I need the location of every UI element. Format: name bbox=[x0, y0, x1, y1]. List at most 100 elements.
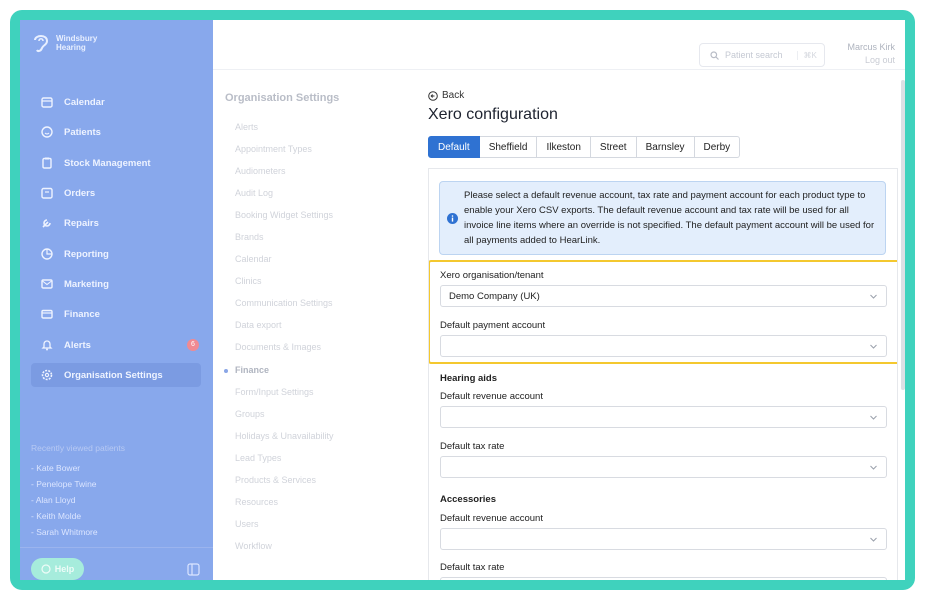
alerts-count-badge: 6 bbox=[187, 339, 199, 351]
sidebar-item-calendar[interactable]: Calendar bbox=[31, 90, 211, 114]
hearing-aids-revenue-select[interactable] bbox=[440, 406, 887, 428]
clipboard-icon bbox=[40, 156, 54, 170]
chevron-down-icon bbox=[870, 415, 877, 420]
settings-nav-item[interactable]: Form/Input Settings bbox=[235, 387, 314, 397]
sidebar-item-orders[interactable]: Orders bbox=[31, 181, 211, 205]
patient-search-input[interactable]: Patient search ⌘K bbox=[699, 43, 825, 67]
sidebar-item-label: Marketing bbox=[64, 278, 109, 290]
sidebar-item-stock-management[interactable]: Stock Management bbox=[31, 151, 211, 175]
user-name: Marcus Kirk bbox=[847, 42, 895, 52]
settings-nav-item[interactable]: Data export bbox=[235, 320, 282, 330]
tab-street[interactable]: Street bbox=[590, 136, 637, 158]
smile-icon bbox=[40, 125, 54, 139]
recent-patient-link[interactable]: - Penelope Twine bbox=[31, 479, 97, 489]
section-hearing-aids-title: Hearing aids bbox=[440, 373, 498, 384]
info-text: Please select a default revenue account,… bbox=[464, 190, 875, 246]
tenant-label: Xero organisation/tenant bbox=[440, 270, 544, 281]
tab-derby[interactable]: Derby bbox=[694, 136, 741, 158]
settings-nav-item[interactable]: Audiometers bbox=[235, 166, 286, 176]
info-alert: Please select a default revenue account,… bbox=[439, 181, 886, 255]
bell-icon bbox=[40, 338, 54, 352]
back-label: Back bbox=[442, 90, 465, 101]
sidebar-item-repairs[interactable]: Repairs bbox=[31, 211, 211, 235]
payment-account-label: Default payment account bbox=[440, 320, 546, 331]
settings-nav-item-finance[interactable]: Finance bbox=[235, 365, 269, 375]
recent-patient-link[interactable]: - Sarah Whitmore bbox=[31, 527, 98, 537]
calendar-icon bbox=[40, 95, 54, 109]
brand-name-line2: Hearing bbox=[56, 43, 86, 52]
xero-settings-panel: Please select a default revenue account,… bbox=[428, 168, 898, 580]
settings-nav-item[interactable]: Communication Settings bbox=[235, 298, 333, 308]
settings-nav-item[interactable]: Groups bbox=[235, 409, 265, 419]
settings-nav-item[interactable]: Booking Widget Settings bbox=[235, 210, 333, 220]
info-icon bbox=[447, 213, 458, 224]
tenant-select[interactable]: Demo Company (UK) bbox=[440, 285, 887, 307]
help-button[interactable]: Help bbox=[31, 558, 84, 580]
wrench-icon bbox=[40, 216, 54, 230]
tab-barnsley[interactable]: Barnsley bbox=[636, 136, 695, 158]
help-icon bbox=[41, 564, 51, 574]
recent-patient-link[interactable]: - Alan Lloyd bbox=[31, 495, 75, 505]
accessories-tax-select[interactable] bbox=[440, 577, 887, 580]
settings-nav: Organisation Settings Alerts Appointment… bbox=[213, 70, 403, 580]
settings-nav-item[interactable]: Alerts bbox=[235, 122, 258, 132]
sidebar-item-label: Alerts bbox=[64, 339, 91, 351]
top-header: Patient search ⌘K Marcus Kirk Log out bbox=[213, 20, 905, 70]
tab-default[interactable]: Default bbox=[428, 136, 480, 158]
page-title: Xero configuration bbox=[428, 106, 558, 123]
tab-ilkeston[interactable]: Ilkeston bbox=[537, 136, 591, 158]
settings-nav-item[interactable]: Holidays & Unavailability bbox=[235, 431, 334, 441]
settings-nav-item[interactable]: Workflow bbox=[235, 541, 272, 551]
search-placeholder: Patient search bbox=[725, 50, 783, 60]
sidebar-item-alerts[interactable]: Alerts 6 bbox=[31, 333, 211, 357]
back-arrow-icon bbox=[428, 90, 438, 101]
tab-sheffield[interactable]: Sheffield bbox=[479, 136, 538, 158]
settings-nav-item[interactable]: Appointment Types bbox=[235, 144, 312, 154]
sidebar-item-label: Finance bbox=[64, 308, 100, 320]
settings-nav-item[interactable]: Lead Types bbox=[235, 453, 281, 463]
accessories-revenue-select[interactable] bbox=[440, 528, 887, 550]
hearing-aids-tax-select[interactable] bbox=[440, 456, 887, 478]
main-content: Back Xero configuration Default Sheffiel… bbox=[415, 78, 898, 580]
sidebar-item-marketing[interactable]: Marketing bbox=[31, 272, 211, 296]
brand-logo[interactable]: Windsbury Hearing bbox=[32, 32, 97, 54]
recent-patient-link[interactable]: - Keith Molde bbox=[31, 511, 81, 521]
settings-nav-item[interactable]: Audit Log bbox=[235, 188, 273, 198]
chevron-down-icon bbox=[870, 294, 877, 299]
settings-nav-item[interactable]: Clinics bbox=[235, 276, 262, 286]
orders-icon bbox=[40, 186, 54, 200]
sidebar-item-organisation-settings[interactable]: Organisation Settings bbox=[31, 363, 201, 387]
settings-nav-item[interactable]: Resources bbox=[235, 497, 278, 507]
settings-nav-item[interactable]: Brands bbox=[235, 232, 264, 242]
sidebar-item-label: Patients bbox=[64, 126, 101, 138]
settings-nav-item[interactable]: Products & Services bbox=[235, 475, 316, 485]
sidebar-item-reporting[interactable]: Reporting bbox=[31, 242, 211, 266]
sidebar: Windsbury Hearing Calendar Patients Stoc… bbox=[20, 20, 213, 580]
settings-nav-item[interactable]: Calendar bbox=[235, 254, 272, 264]
sidebar-item-patients[interactable]: Patients bbox=[31, 120, 211, 144]
sidebar-item-label: Organisation Settings bbox=[64, 369, 163, 381]
settings-nav-item[interactable]: Users bbox=[235, 519, 259, 529]
content-scrollbar[interactable] bbox=[901, 80, 905, 390]
logout-link[interactable]: Log out bbox=[865, 55, 895, 65]
sidebar-item-finance[interactable]: Finance bbox=[31, 302, 211, 326]
sidebar-item-label: Stock Management bbox=[64, 157, 151, 169]
accessories-tax-label: Default tax rate bbox=[440, 562, 505, 573]
search-icon bbox=[710, 50, 719, 60]
payment-account-select[interactable] bbox=[440, 335, 887, 357]
recent-patient-link[interactable]: - Kate Bower bbox=[31, 463, 80, 473]
hearing-aids-tax-label: Default tax rate bbox=[440, 441, 505, 452]
settings-nav-title: Organisation Settings bbox=[225, 92, 340, 104]
help-label: Help bbox=[54, 564, 75, 574]
hearing-aids-revenue-label: Default revenue account bbox=[440, 391, 543, 402]
chevron-down-icon bbox=[870, 537, 877, 542]
back-link[interactable]: Back bbox=[428, 90, 464, 101]
ear-logo-icon bbox=[34, 35, 49, 53]
mail-icon bbox=[40, 277, 54, 291]
sidebar-item-label: Calendar bbox=[64, 96, 105, 108]
pie-chart-icon bbox=[40, 247, 54, 261]
settings-nav-item[interactable]: Documents & Images bbox=[235, 342, 321, 352]
sidebar-collapse-icon[interactable] bbox=[187, 563, 200, 580]
location-tabs: Default Sheffield Ilkeston Street Barnsl… bbox=[428, 136, 741, 158]
search-shortcut: ⌘K bbox=[796, 50, 817, 60]
